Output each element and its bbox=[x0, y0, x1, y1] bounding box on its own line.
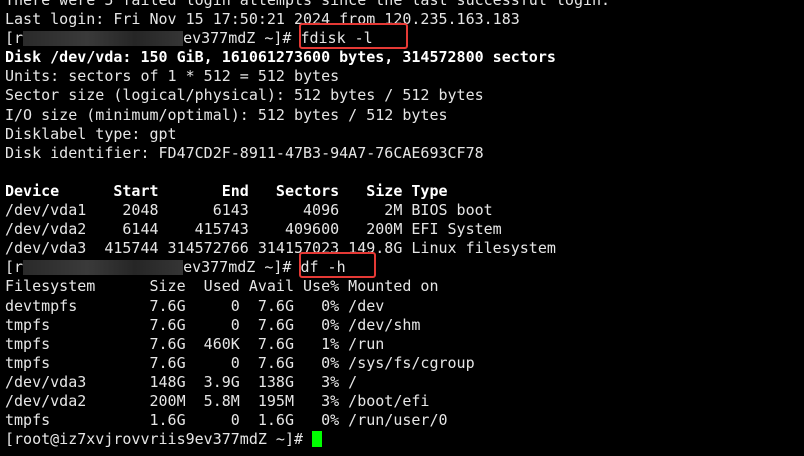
prompt-line-3[interactable]: [root@iz7xvjrovvriis9ev377mdZ ~]# bbox=[5, 430, 804, 449]
failed-login-line: There were 5 failed login attempts since… bbox=[5, 0, 611, 9]
prompt-suffix: ev377mdZ ~]# bbox=[183, 29, 292, 48]
df-row: tmpfs 7.6G 0 7.6G 0% /dev/shm bbox=[5, 315, 421, 334]
prompt-prefix: [r bbox=[5, 258, 24, 277]
prompt-suffix: ev377mdZ ~]# bbox=[183, 258, 292, 277]
partition-row: /dev/vda3 415744 314572766 314157023 149… bbox=[5, 239, 556, 258]
df-header: Filesystem Size Used Avail Use% Mounted … bbox=[5, 277, 439, 296]
redacted-hostname bbox=[23, 260, 184, 276]
df-row: tmpfs 7.6G 0 7.6G 0% /sys/fs/cgroup bbox=[5, 353, 475, 372]
fdisk-line: Units: sectors of 1 * 512 = 512 bytes bbox=[5, 67, 340, 86]
partition-row: /dev/vda1 2048 6143 4096 2M BIOS boot bbox=[5, 201, 493, 220]
fdisk-line: I/O size (minimum/optimal): 512 bytes / … bbox=[5, 105, 448, 124]
df-row: /dev/vda2 200M 5.8M 195M 3% /boot/efi bbox=[5, 391, 430, 410]
terminal-output[interactable]: There were 5 failed login attempts since… bbox=[5, 0, 804, 449]
prompt-text: [root@iz7xvjrovvriis9ev377mdZ ~]# bbox=[5, 430, 313, 449]
df-row: tmpfs 7.6G 460K 7.6G 1% /run bbox=[5, 334, 385, 353]
fdisk-line: Disk identifier: FD47CD2F-8911-47B3-94A7… bbox=[5, 143, 484, 162]
fdisk-line: Disklabel type: gpt bbox=[5, 124, 177, 143]
partition-row: /dev/vda2 6144 415743 409600 200M EFI Sy… bbox=[5, 220, 502, 239]
df-highlight-box bbox=[299, 252, 376, 278]
redacted-hostname bbox=[23, 31, 184, 47]
prompt-line-2: [r ev377mdZ ~]# df -h bbox=[5, 258, 804, 277]
fdisk-disk-line: Disk /dev/vda: 150 GiB, 161061273600 byt… bbox=[5, 48, 556, 67]
df-row: tmpfs 1.6G 0 1.6G 0% /run/user/0 bbox=[5, 411, 448, 430]
df-row: /dev/vda3 148G 3.9G 138G 3% / bbox=[5, 372, 358, 391]
fdisk-line: Sector size (logical/physical): 512 byte… bbox=[5, 86, 484, 105]
fdisk-highlight-box bbox=[299, 23, 408, 49]
prompt-prefix: [r bbox=[5, 29, 24, 48]
partition-table-header: Device Start End Sectors Size Type bbox=[5, 181, 448, 200]
df-row: devtmpfs 7.6G 0 7.6G 0% /dev bbox=[5, 296, 385, 315]
text-cursor bbox=[312, 431, 323, 448]
